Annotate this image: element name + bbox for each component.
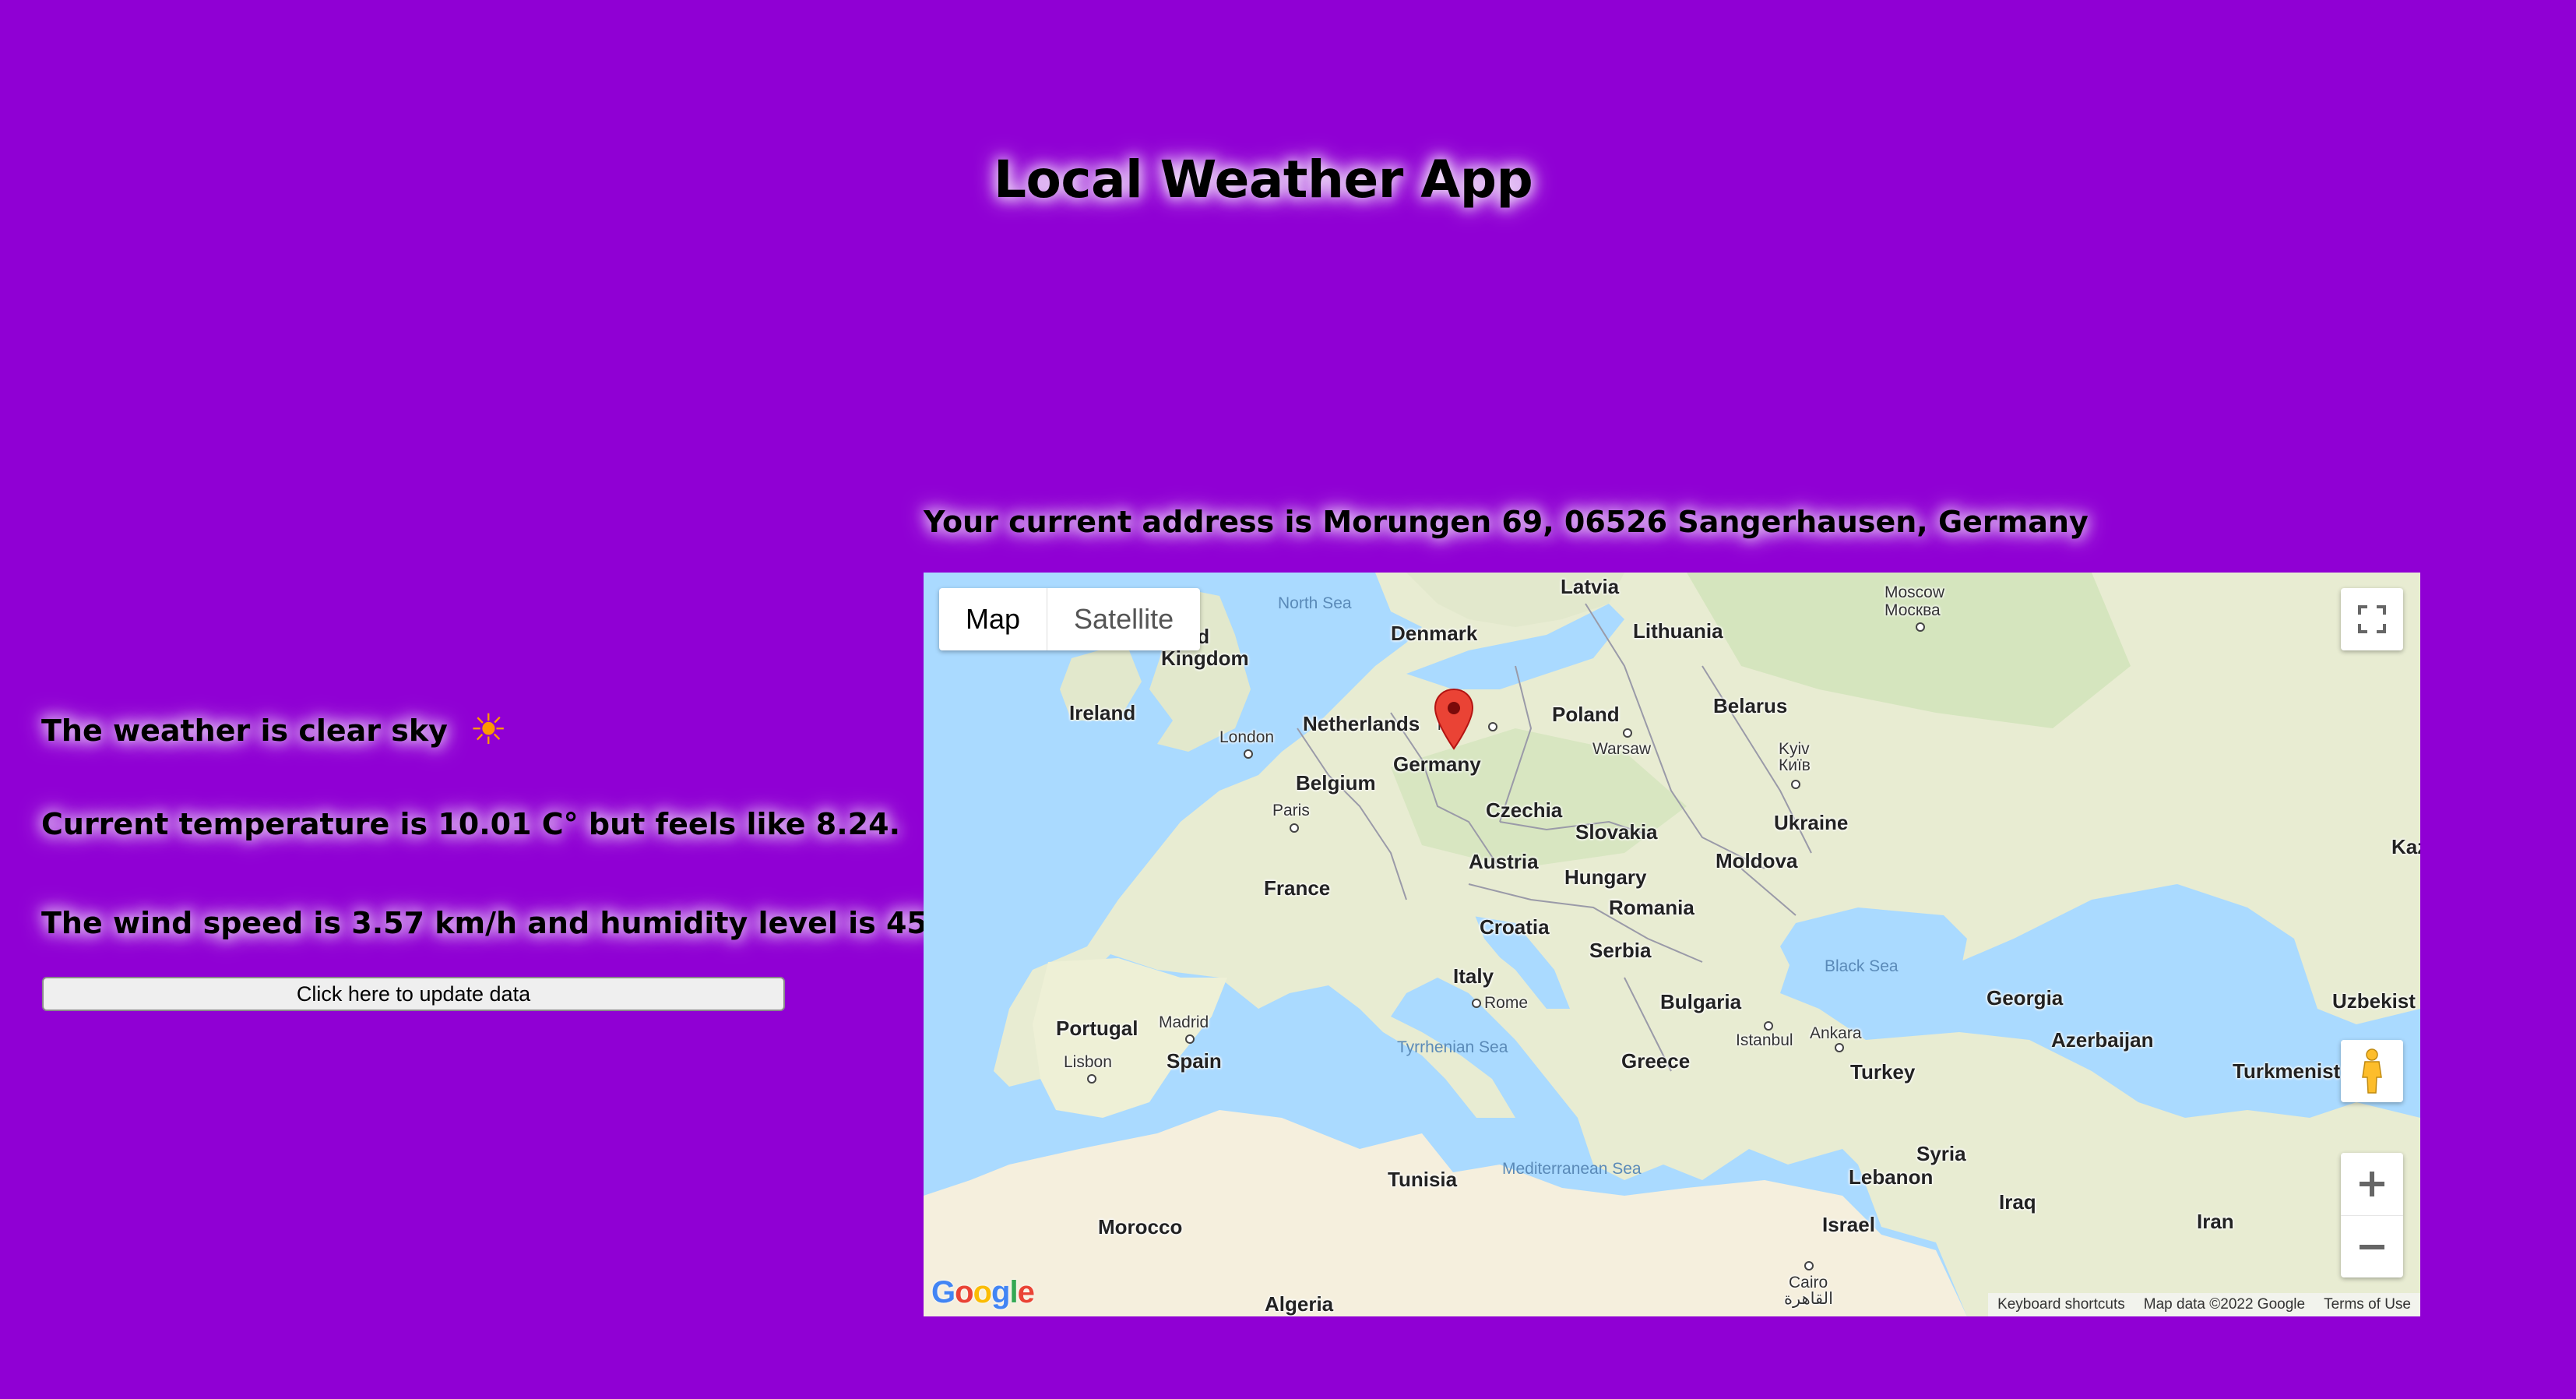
map-label-country: Turkey [1850, 1060, 1916, 1084]
map-label-sea: Tyrrhenian Sea [1397, 1038, 1508, 1056]
map-label-sea: Black Sea [1825, 957, 1899, 975]
minus-icon [2360, 1245, 2384, 1249]
map-label-city: Warsaw [1592, 740, 1652, 758]
map-label-city: Ankara [1810, 1024, 1862, 1042]
map-label-country: Algeria [1265, 1292, 1334, 1316]
sun-icon: ☀ [469, 705, 508, 754]
location-marker-icon[interactable] [1433, 688, 1475, 750]
map-label-country: Belgium [1296, 771, 1376, 795]
city-dot [1244, 749, 1253, 759]
map-label-country: France [1264, 876, 1331, 900]
city-dot [1791, 780, 1800, 789]
map-label-country: Iran [2197, 1210, 2234, 1233]
map-label-country: Netherlands [1303, 712, 1420, 735]
street-view-button[interactable] [2341, 1040, 2403, 1102]
map-label-city: Москва [1884, 601, 1941, 619]
map-label-country: Latvia [1561, 575, 1620, 598]
map-label-city: Moscow [1884, 583, 1945, 601]
map-label-country: Greece [1621, 1049, 1691, 1073]
map-label-sea: North Sea [1278, 594, 1352, 612]
map-label-country: Hungary [1564, 865, 1647, 889]
map-label-city: Rome [1484, 994, 1529, 1012]
map-label-city: London [1219, 728, 1275, 746]
map-type-control: Map Satellite [939, 588, 1201, 650]
map-label-country: Spain [1167, 1049, 1222, 1073]
city-dot [1087, 1074, 1096, 1084]
map-label-city: Istanbul [1736, 1031, 1793, 1049]
map-data-attribution: Map data ©2022 Google [2143, 1296, 2306, 1313]
map-label-country: Bulgaria [1660, 990, 1742, 1013]
map-label-country: Ireland [1069, 701, 1136, 724]
map-label-country: Georgia [1987, 986, 2064, 1010]
map-label-country: Austria [1469, 850, 1539, 873]
map-label-city: Київ [1779, 756, 1811, 774]
map-label-country: Serbia [1589, 939, 1652, 962]
temperature-text: Current temperature is 10.01 C° but feel… [41, 807, 901, 841]
map-label-country: Azerbaijan [2051, 1028, 2154, 1052]
map-label-country: Israel [1822, 1213, 1875, 1236]
map-label-country: Tunisia [1388, 1168, 1458, 1191]
map-canvas[interactable] [924, 573, 2420, 1316]
fullscreen-icon [2358, 605, 2386, 633]
city-dot [1623, 728, 1632, 738]
city-dot [1185, 1034, 1195, 1044]
weather-condition-text: The weather is clear sky [41, 714, 448, 748]
map-label-city: Paris [1272, 802, 1310, 819]
map-label-city: القاهرة [1784, 1290, 1833, 1308]
map-label-country: Syria [1916, 1142, 1966, 1165]
fullscreen-button[interactable] [2341, 588, 2403, 650]
google-logo[interactable]: Google [931, 1275, 1035, 1310]
map-label-country: Morocco [1098, 1215, 1183, 1239]
city-dot [1764, 1021, 1773, 1031]
map-label-country: Ukraine [1774, 811, 1849, 834]
map-label-country: Moldova [1716, 849, 1798, 872]
city-dot [1488, 722, 1497, 731]
map-label-country: Romania [1609, 896, 1694, 919]
wind-humidity-text: The wind speed is 3.57 km/h and humidity… [41, 906, 927, 940]
map-label-country: Germany [1393, 752, 1481, 776]
update-data-button[interactable]: Click here to update data [42, 977, 785, 1011]
address-text: Your current address is Morungen 69, 065… [924, 505, 2089, 539]
map-label-country: Belarus [1713, 694, 1788, 717]
google-map[interactable]: Latvia Lithuania Denmark nitedKingdom Ir… [924, 573, 2420, 1316]
map-label-country: Kaz [2391, 835, 2420, 858]
map-label-city: Madrid [1159, 1013, 1209, 1031]
city-dot [1835, 1043, 1844, 1052]
map-label-country: Turkmenist [2233, 1059, 2341, 1083]
black-sea [1780, 907, 1967, 993]
plus-icon [2360, 1172, 2384, 1196]
terms-of-use-link[interactable]: Terms of Use [2314, 1296, 2420, 1313]
weather-condition: The weather is clear sky ☀ [41, 705, 507, 754]
map-label-country: Czechia [1486, 798, 1563, 822]
map-label-country: Iraq [1999, 1190, 2036, 1214]
zoom-control [2341, 1153, 2403, 1277]
map-label-sea: Mediterranean Sea [1502, 1160, 1642, 1178]
map-label-country: Lithuania [1633, 619, 1723, 643]
city-dot [1916, 622, 1925, 632]
pegman-icon [2362, 1048, 2382, 1094]
zoom-in-button[interactable] [2341, 1153, 2403, 1216]
map-label-country: Uzbekist [2332, 989, 2416, 1013]
map-label-city: Lisbon [1064, 1053, 1112, 1071]
keyboard-shortcuts-link[interactable]: Keyboard shortcuts [1988, 1296, 2134, 1313]
map-label-country: Slovakia [1575, 820, 1658, 844]
map-type-map-button[interactable]: Map [939, 588, 1048, 650]
page-title: Local Weather App [994, 150, 1533, 210]
zoom-out-button[interactable] [2341, 1216, 2403, 1278]
map-label-country: Denmark [1391, 622, 1478, 645]
map-footer: Keyboard shortcuts Map data ©2022 Google… [1988, 1293, 2420, 1316]
city-dot [1472, 999, 1481, 1008]
map-label-country: Poland [1552, 703, 1620, 726]
map-label-country: Croatia [1480, 915, 1550, 939]
map-type-satellite-button[interactable]: Satellite [1047, 588, 1200, 650]
map-label-country: Portugal [1056, 1017, 1138, 1040]
city-dot [1804, 1261, 1814, 1270]
city-dot [1290, 823, 1299, 833]
map-label-country: Italy [1453, 964, 1494, 988]
map-label-country: Lebanon [1849, 1165, 1934, 1189]
